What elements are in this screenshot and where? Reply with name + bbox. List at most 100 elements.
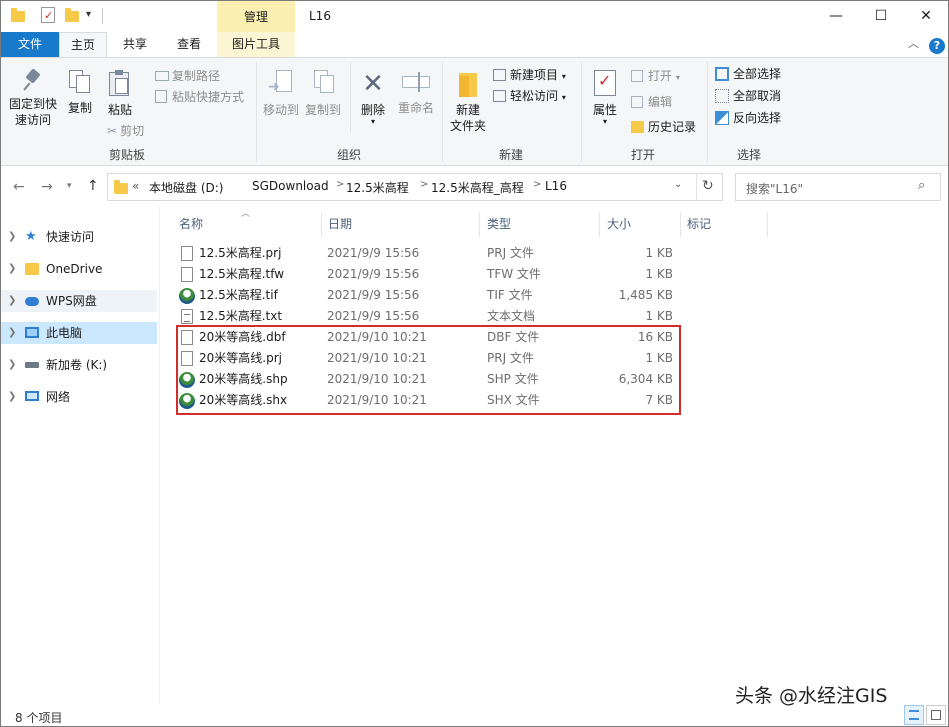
file-row[interactable]: 12.5米高程.txt 2021/9/9 15:56 文本文档 1 KB bbox=[177, 306, 677, 327]
delete-label: 删除 bbox=[360, 103, 385, 117]
nav-label: 快速访问 bbox=[46, 230, 95, 244]
invert-selection-button[interactable]: 反向选择 bbox=[715, 110, 781, 126]
select-none-button[interactable]: 全部取消 bbox=[715, 88, 781, 104]
breadcrumb-12-5m[interactable]: 12.5米高程 bbox=[346, 179, 409, 196]
maximize-button[interactable]: ☐ bbox=[858, 1, 904, 31]
file-type: 文本文档 bbox=[487, 309, 536, 323]
breadcrumb-12-5m-elevation[interactable]: 12.5米高程_高程 bbox=[431, 179, 524, 196]
delete-dropdown-icon: ▾ bbox=[370, 117, 375, 126]
file-type: TIF 文件 bbox=[487, 288, 533, 302]
column-header-type[interactable]: 类型 bbox=[487, 213, 511, 235]
easy-access-button[interactable]: 轻松访问 ▾ bbox=[493, 88, 566, 106]
gis-icon bbox=[179, 288, 195, 304]
expand-chevron-icon[interactable]: ❯ bbox=[8, 354, 16, 376]
large-icons-view-button[interactable] bbox=[926, 705, 946, 725]
minimize-button[interactable]: — bbox=[813, 1, 859, 31]
new-folder-button[interactable]: 新建 文件夹 bbox=[447, 70, 489, 134]
select-all-button[interactable]: 全部选择 bbox=[715, 66, 781, 82]
address-divider bbox=[696, 174, 697, 200]
properties-button[interactable]: ✓ 属性 ▾ bbox=[586, 70, 624, 126]
search-box[interactable]: 搜索"L16" ⌕ bbox=[735, 173, 941, 201]
address-folder-icon bbox=[114, 180, 128, 194]
expand-chevron-icon[interactable]: ❯ bbox=[8, 322, 16, 344]
paste-button[interactable]: 粘贴 bbox=[103, 70, 137, 118]
breadcrumb-chevron-icon[interactable]: > bbox=[533, 179, 541, 190]
tab-file[interactable]: 文件 bbox=[1, 32, 59, 57]
clipboard-icon bbox=[109, 70, 131, 96]
tab-view[interactable]: 查看 bbox=[163, 32, 215, 57]
expand-chevron-icon[interactable]: ❯ bbox=[8, 258, 16, 280]
nav-item-new-volume[interactable]: ❯ 新加卷 (K:) bbox=[1, 354, 157, 376]
copy-to-button[interactable]: 复制到 bbox=[303, 70, 343, 118]
nav-item-network[interactable]: ❯ 网络 bbox=[1, 386, 157, 408]
cut-button[interactable]: ✂ 剪切 bbox=[107, 123, 144, 139]
search-placeholder: 搜索"L16" bbox=[746, 182, 803, 196]
back-button[interactable]: ← bbox=[13, 179, 25, 195]
up-button[interactable]: ↑ bbox=[87, 178, 99, 194]
expand-chevron-icon[interactable]: ❯ bbox=[8, 290, 16, 312]
properties-quick-icon[interactable]: ✓ bbox=[41, 7, 55, 23]
tab-share[interactable]: 共享 bbox=[111, 32, 159, 57]
tab-picture-tools[interactable]: 图片工具 bbox=[217, 32, 295, 57]
column-header-name[interactable]: 名称 bbox=[179, 213, 203, 235]
nav-item-wps-cloud[interactable]: ❯ WPS网盘 bbox=[1, 290, 157, 312]
close-button[interactable]: ✕ bbox=[903, 1, 948, 31]
properties-dropdown-icon: ▾ bbox=[602, 117, 607, 126]
edit-button[interactable]: 编辑 bbox=[631, 94, 672, 110]
new-folder-quick-icon[interactable] bbox=[65, 8, 79, 22]
paste-shortcut-button[interactable]: 粘贴快捷方式 bbox=[155, 89, 244, 105]
pin-quick-access-button[interactable]: 固定到快 速访问 bbox=[7, 68, 59, 128]
column-header-date[interactable]: 日期 bbox=[328, 213, 352, 235]
column-header-size[interactable]: 大小 bbox=[607, 213, 631, 235]
breadcrumb-chevron-icon[interactable]: > bbox=[336, 179, 344, 190]
customize-quick-access-icon[interactable]: ▾ bbox=[86, 9, 91, 20]
copy-label: 复制 bbox=[67, 101, 92, 115]
pane-splitter[interactable] bbox=[159, 207, 160, 705]
rename-button[interactable]: 重命名 bbox=[395, 70, 437, 116]
window-title: L16 bbox=[309, 9, 331, 23]
status-bar: 8 个项目 bbox=[1, 705, 948, 726]
file-row[interactable]: 12.5米高程.tfw 2021/9/9 15:56 TFW 文件 1 KB bbox=[177, 264, 677, 285]
new-item-button[interactable]: 新建项目 ▾ bbox=[493, 67, 566, 85]
breadcrumb-overflow[interactable]: « bbox=[132, 179, 139, 193]
breadcrumb-drive[interactable]: 本地磁盘 (D:) bbox=[149, 179, 223, 196]
column-divider[interactable] bbox=[479, 213, 480, 237]
collapse-ribbon-icon[interactable]: ︿ bbox=[908, 35, 919, 51]
column-header-tags[interactable]: 标记 bbox=[687, 213, 711, 235]
copy-button[interactable]: 复制 bbox=[63, 70, 97, 116]
recent-locations-icon[interactable]: ▾ bbox=[67, 181, 72, 191]
address-bar[interactable]: « 本地磁盘 (D:) > SGDownload > 12.5米高程 > 12.… bbox=[107, 173, 723, 201]
file-size: 1 KB bbox=[645, 246, 673, 260]
forward-button[interactable]: → bbox=[41, 179, 53, 195]
nav-item-onedrive[interactable]: ❯ OneDrive bbox=[1, 258, 157, 280]
copy-path-button[interactable]: 复制路径 bbox=[155, 68, 220, 84]
column-divider[interactable] bbox=[599, 213, 600, 237]
column-divider[interactable] bbox=[680, 213, 681, 237]
file-row[interactable]: 12.5米高程.prj 2021/9/9 15:56 PRJ 文件 1 KB bbox=[177, 243, 677, 264]
refresh-icon[interactable]: ↻ bbox=[702, 178, 714, 194]
tab-home[interactable]: 主页 bbox=[59, 32, 107, 57]
delete-button[interactable]: ✕ 删除 ▾ bbox=[355, 70, 391, 126]
nav-item-this-pc[interactable]: ❯ 此电脑 bbox=[1, 322, 157, 344]
pin-label-2: 速访问 bbox=[14, 113, 51, 127]
breadcrumb-chevron-icon[interactable]: > bbox=[420, 179, 428, 190]
expand-chevron-icon[interactable]: ❯ bbox=[8, 386, 16, 408]
file-size: 1 KB bbox=[645, 309, 673, 323]
clipboard-group-label: 剪贴板 bbox=[108, 148, 145, 162]
new-item-label: 新建项目 bbox=[510, 68, 559, 82]
column-divider[interactable] bbox=[767, 213, 768, 237]
history-button[interactable]: 历史记录 bbox=[631, 119, 696, 135]
breadcrumb-l16[interactable]: L16 bbox=[545, 179, 567, 193]
search-icon[interactable]: ⌕ bbox=[918, 178, 925, 193]
move-to-button[interactable]: ➜ 移动到 bbox=[261, 70, 301, 118]
file-name: 12.5米高程.txt bbox=[199, 309, 283, 323]
column-divider[interactable] bbox=[321, 213, 322, 237]
details-view-button[interactable] bbox=[904, 705, 924, 725]
breadcrumb-sgdownload[interactable]: SGDownload bbox=[252, 179, 329, 193]
nav-item-quick-access[interactable]: ❯ ★ 快速访问 bbox=[1, 226, 157, 248]
file-row[interactable]: 12.5米高程.tif 2021/9/9 15:56 TIF 文件 1,485 … bbox=[177, 285, 677, 306]
help-icon[interactable]: ? bbox=[929, 38, 945, 54]
expand-chevron-icon[interactable]: ❯ bbox=[8, 226, 16, 248]
open-button[interactable]: 打开 ▾ bbox=[631, 68, 680, 86]
address-dropdown-icon[interactable]: ⌄ bbox=[674, 179, 682, 190]
